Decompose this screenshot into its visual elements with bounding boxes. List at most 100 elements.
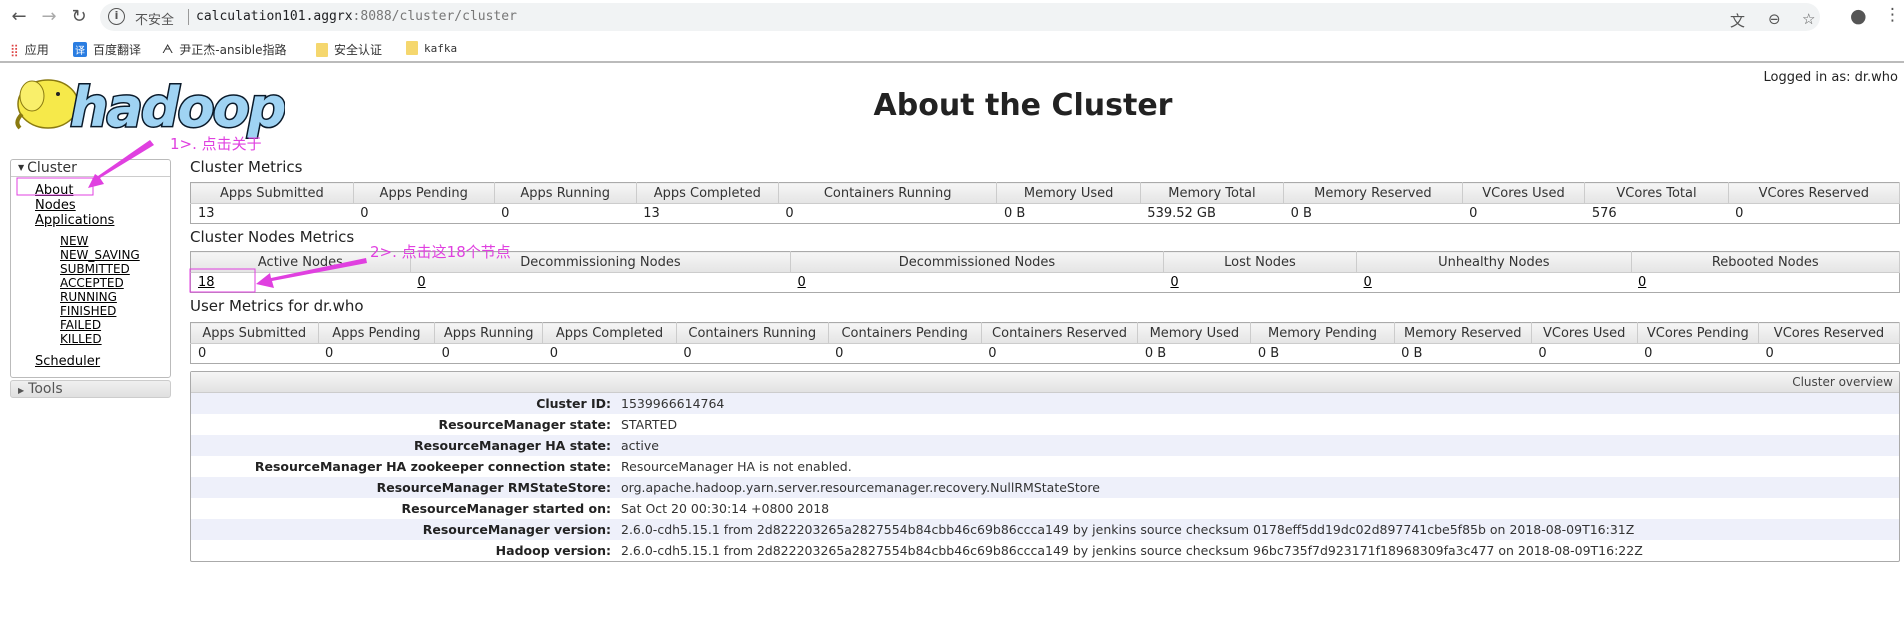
translate-icon: 译: [73, 42, 87, 57]
account-icon[interactable]: ●: [1850, 5, 1867, 27]
metric-link[interactable]: 18: [198, 275, 215, 290]
sidebar-item-app-state[interactable]: FAILED: [60, 318, 101, 332]
forward-icon[interactable]: →: [38, 6, 60, 28]
metric-cell: 13: [636, 203, 779, 224]
bookmark-label: 百度翻译: [93, 43, 142, 57]
overview-value: Sat Oct 20 00:30:14 +0800 2018: [621, 501, 830, 516]
overview-key: ResourceManager RMStateStore:: [376, 480, 611, 495]
metric-cell: 0: [434, 343, 543, 364]
column-header[interactable]: Containers Reserved: [981, 322, 1139, 344]
insecure-label: 不安全: [135, 13, 175, 28]
metric-link[interactable]: 0: [417, 275, 425, 290]
column-header[interactable]: Containers Running: [676, 322, 829, 344]
column-header[interactable]: Memory Used: [1137, 322, 1252, 344]
column-header[interactable]: Apps Running: [434, 322, 544, 344]
zoom-icon[interactable]: ⊖: [1768, 10, 1781, 28]
metric-link[interactable]: 0: [798, 275, 806, 290]
sidebar-tools-header[interactable]: ▶ Tools: [10, 380, 171, 398]
cluster-label: Cluster: [27, 160, 77, 176]
star-icon[interactable]: ☆: [1802, 10, 1815, 28]
metric-cell: 13: [190, 203, 354, 224]
menu-icon[interactable]: ⋮: [1884, 5, 1901, 25]
overview-value: org.apache.hadoop.yarn.server.resourcema…: [621, 480, 1100, 495]
cluster-overview-panel: Cluster overview Cluster ID: 153996661476…: [190, 371, 1900, 562]
annotation-step2: 2>. 点击这18个节点: [370, 243, 511, 261]
sidebar-item-scheduler[interactable]: Scheduler: [35, 354, 100, 369]
column-header[interactable]: Decommissioned Nodes: [790, 251, 1164, 273]
column-header[interactable]: VCores Total: [1584, 182, 1729, 204]
column-header[interactable]: Apps Completed: [636, 182, 779, 204]
overview-key: Cluster ID:: [536, 396, 611, 411]
info-icon[interactable]: i: [108, 8, 125, 25]
sidebar-item-app-state[interactable]: KILLED: [60, 332, 102, 346]
overview-key: Hadoop version:: [495, 543, 611, 558]
column-header[interactable]: Memory Reserved: [1283, 182, 1463, 204]
sidebar-item-app-state[interactable]: NEW_SAVING: [60, 248, 140, 262]
back-icon[interactable]: ←: [8, 6, 30, 28]
url-text[interactable]: calculation101.aggrx:8088/cluster/cluste…: [196, 9, 517, 24]
column-header[interactable]: Containers Pending: [828, 322, 982, 344]
column-header[interactable]: Apps Submitted: [190, 322, 319, 344]
metric-cell: 0: [1728, 203, 1900, 224]
overview-value: 2.6.0-cdh5.15.1 from 2d822203265a2827554…: [621, 522, 1635, 537]
bookmark-ansible[interactable]: ᗅ 尹正杰-ansible指路: [162, 41, 287, 58]
column-header[interactable]: Memory Total: [1140, 182, 1285, 204]
metric-link[interactable]: 0: [1170, 275, 1178, 290]
overview-key: ResourceManager HA zookeeper connection …: [254, 459, 611, 474]
overview-value: active: [621, 438, 659, 453]
browser-toolbar: ← → ↻ i 不安全 calculation101.aggrx:8088/cl…: [0, 0, 1904, 34]
sidebar-item-applications[interactable]: Applications: [35, 213, 114, 228]
bookmark-apps[interactable]: ⣿ 应用: [10, 41, 49, 58]
user-metrics-title: User Metrics for dr.who: [190, 297, 364, 315]
column-header[interactable]: Memory Pending: [1250, 322, 1395, 344]
column-header[interactable]: Apps Submitted: [190, 182, 354, 204]
column-header[interactable]: Rebooted Nodes: [1631, 251, 1901, 273]
metric-cell: 0 B: [1137, 343, 1251, 364]
sidebar-item-app-state[interactable]: SUBMITTED: [60, 262, 130, 276]
column-header[interactable]: VCores Reserved: [1758, 322, 1900, 344]
column-header[interactable]: Memory Used: [996, 182, 1141, 204]
sidebar-item-app-state[interactable]: RUNNING: [60, 290, 117, 304]
metric-link[interactable]: 0: [1364, 275, 1372, 290]
metric-cell: 0: [1163, 272, 1357, 293]
bookmark-baidu-translate[interactable]: 译百度翻译: [73, 41, 141, 58]
column-header[interactable]: VCores Used: [1462, 182, 1586, 204]
column-header[interactable]: VCores Pending: [1637, 322, 1760, 344]
metric-cell: 0: [494, 203, 637, 224]
overview-value: STARTED: [621, 417, 678, 432]
column-header[interactable]: VCores Reserved: [1728, 182, 1901, 204]
bookmark-kafka[interactable]: kafka: [406, 41, 457, 55]
reload-icon[interactable]: ↻: [68, 6, 90, 28]
sidebar-item-about[interactable]: About: [35, 183, 73, 198]
metric-cell: 0: [410, 272, 791, 293]
column-header[interactable]: Memory Reserved: [1394, 322, 1532, 344]
column-header[interactable]: Apps Running: [494, 182, 637, 204]
translate-icon[interactable]: 文: [1730, 10, 1745, 31]
sidebar-item-nodes[interactable]: Nodes: [35, 198, 76, 213]
bookmark-security[interactable]: 安全认证: [316, 41, 382, 58]
overview-value: 1539966614764: [621, 396, 725, 411]
column-header[interactable]: Apps Pending: [318, 322, 436, 344]
overview-row: ResourceManager started on: Sat Oct 20 00…: [191, 498, 1899, 519]
column-header[interactable]: Containers Running: [778, 182, 998, 204]
overview-key: ResourceManager started on:: [401, 501, 612, 516]
divider: [188, 9, 189, 25]
overview-key: ResourceManager HA state:: [413, 438, 611, 453]
column-header[interactable]: Apps Completed: [542, 322, 677, 344]
metric-link[interactable]: 0: [1638, 275, 1646, 290]
sidebar-item-app-state[interactable]: ACCEPTED: [60, 276, 124, 290]
column-header[interactable]: Lost Nodes: [1163, 251, 1358, 273]
column-header[interactable]: VCores Used: [1531, 322, 1638, 344]
sidebar-item-app-state[interactable]: FINISHED: [60, 304, 116, 318]
sidebar-item-app-state[interactable]: NEW: [60, 234, 88, 248]
user-metrics-table: Apps Submitted Apps Pending Apps Running Ap…: [190, 322, 1900, 364]
column-header[interactable]: Unhealthy Nodes: [1356, 251, 1632, 273]
column-header[interactable]: Apps Pending: [353, 182, 495, 204]
sidebar-cluster-header[interactable]: ▼ Cluster: [11, 160, 170, 177]
metric-cell: 539.52 GB: [1140, 203, 1284, 224]
triangle-down-icon: ▼: [18, 163, 25, 172]
apps-grid-icon: ⣿: [10, 42, 19, 57]
metric-cell: 0: [828, 343, 982, 364]
metric-cell: 0 B: [996, 203, 1141, 224]
address-bar[interactable]: i 不安全 calculation101.aggrx:8088/cluster/…: [100, 3, 1820, 31]
